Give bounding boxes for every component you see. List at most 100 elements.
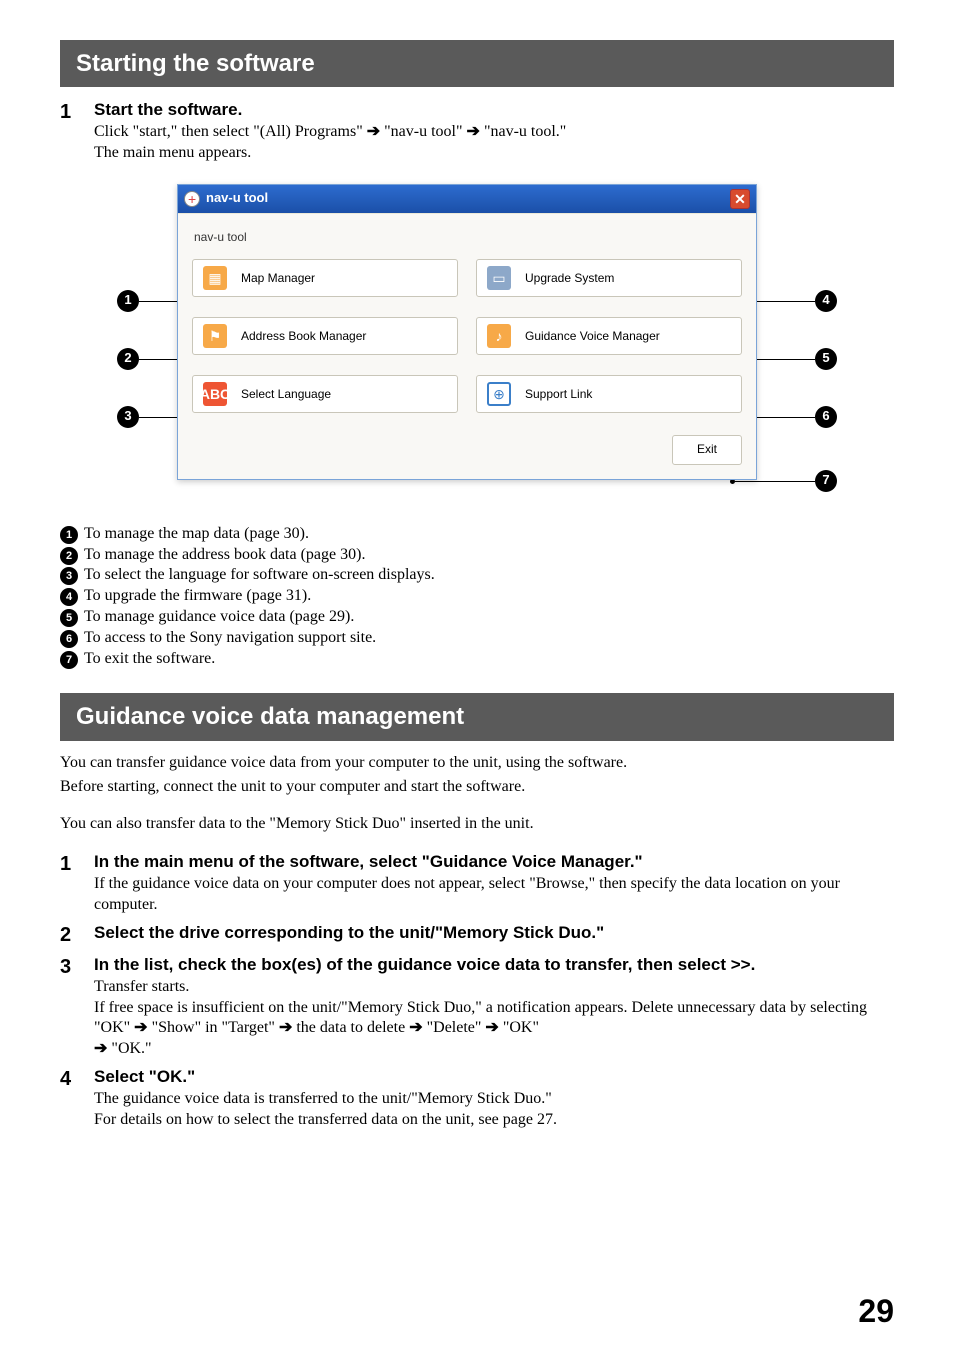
legend-text: To access to the Sony navigation support… xyxy=(84,628,376,649)
step-row-1: 1 Start the software. Click "start," the… xyxy=(60,99,894,164)
nav-u-window: nav-u tool ✕ nav-u tool ▦ Map Manager ▭ … xyxy=(177,184,757,480)
arrow-icon: ➔ xyxy=(94,1040,107,1057)
button-label: Address Book Manager xyxy=(241,329,366,345)
legend-item-6: 6 To access to the Sony navigation suppor… xyxy=(60,628,894,649)
arrow-icon: ➔ xyxy=(367,123,380,140)
callout-3: 3 xyxy=(117,406,139,428)
bullet-6: 6 xyxy=(60,630,78,648)
text-fragment: "nav-u tool" xyxy=(380,123,466,140)
app-icon xyxy=(184,191,200,207)
step-row-4: 4 Select "OK." The guidance voice data i… xyxy=(60,1066,894,1131)
intro-paragraph: You can transfer guidance voice data fro… xyxy=(60,753,894,799)
panel-label: nav-u tool xyxy=(192,230,742,246)
legend-item-3: 3 To select the language for software on-… xyxy=(60,565,894,586)
arrow-icon: ➔ xyxy=(134,1019,147,1036)
callout-2: 2 xyxy=(117,348,139,370)
callout-1: 1 xyxy=(117,290,139,312)
window-titlebar: nav-u tool ✕ xyxy=(178,185,756,213)
callout-line xyxy=(755,301,815,302)
text-fragment: Click "start," then select "(All) Progra… xyxy=(94,123,367,140)
step-text: If free space is insufficient on the uni… xyxy=(94,998,894,1060)
legend-text: To manage the address book data (page 30… xyxy=(84,545,365,566)
upgrade-icon: ▭ xyxy=(487,266,511,290)
bullet-1: 1 xyxy=(60,526,78,544)
map-manager-button[interactable]: ▦ Map Manager xyxy=(192,259,458,297)
callout-legend: 1 To manage the map data (page 30). 2 To m… xyxy=(60,524,894,670)
arrow-icon: ➔ xyxy=(485,1019,498,1036)
button-label: Support Link xyxy=(525,387,592,403)
step-text: If the guidance voice data on your compu… xyxy=(94,874,894,916)
callout-7: 7 xyxy=(815,470,837,492)
step-row-3: 3 In the list, check the box(es) of the … xyxy=(60,954,894,1060)
step-number: 2 xyxy=(60,922,94,948)
step-text: For details on how to select the transfe… xyxy=(94,1110,894,1131)
arrow-icon: ➔ xyxy=(467,123,480,140)
callout-5: 5 xyxy=(815,348,837,370)
exit-button[interactable]: Exit xyxy=(672,435,742,465)
step-number: 4 xyxy=(60,1066,94,1092)
step-text: The main menu appears. xyxy=(94,143,894,164)
upgrade-system-button[interactable]: ▭ Upgrade System xyxy=(476,259,742,297)
bullet-3: 3 xyxy=(60,567,78,585)
step-number: 1 xyxy=(60,99,94,125)
language-icon: ABC xyxy=(203,382,227,406)
button-label: Guidance Voice Manager xyxy=(525,329,660,345)
callout-4: 4 xyxy=(815,290,837,312)
tool-grid: ▦ Map Manager ▭ Upgrade System ⚑ Address… xyxy=(192,259,742,413)
window-title: nav-u tool xyxy=(206,190,268,207)
close-button[interactable]: ✕ xyxy=(730,189,750,209)
page-number: 29 xyxy=(60,1291,894,1333)
map-icon: ▦ xyxy=(203,266,227,290)
text-fragment: "OK" xyxy=(499,1019,539,1036)
callout-6: 6 xyxy=(815,406,837,428)
step-text: Transfer starts. xyxy=(94,977,894,998)
legend-text: To exit the software. xyxy=(84,649,215,670)
step-text: Click "start," then select "(All) Progra… xyxy=(94,122,894,143)
legend-text: To upgrade the firmware (page 31). xyxy=(84,586,311,607)
legend-item-5: 5To manage guidance voice data (page 29)… xyxy=(60,607,894,628)
support-link-button[interactable]: ⊕ Support Link xyxy=(476,375,742,413)
button-label: Upgrade System xyxy=(525,271,614,287)
exit-row: Exit xyxy=(192,435,742,465)
address-book-icon: ⚑ xyxy=(203,324,227,348)
button-label: Select Language xyxy=(241,387,331,403)
legend-text: To manage the map data (page 30). xyxy=(84,524,309,545)
section-heading-starting: Starting the software xyxy=(60,40,894,87)
body-text: You can transfer guidance voice data fro… xyxy=(60,753,894,774)
text-fragment: "Delete" xyxy=(423,1019,486,1036)
select-language-button[interactable]: ABC Select Language xyxy=(192,375,458,413)
bullet-2: 2 xyxy=(60,547,78,565)
step-number: 3 xyxy=(60,954,94,980)
button-label: Map Manager xyxy=(241,271,315,287)
body-text: You can also transfer data to the "Memor… xyxy=(60,814,894,835)
window-body: nav-u tool ▦ Map Manager ▭ Upgrade Syste… xyxy=(178,213,756,479)
body-text: Before starting, connect the unit to you… xyxy=(60,777,894,798)
step-heading: In the main menu of the software, select… xyxy=(94,851,894,873)
step-number: 1 xyxy=(60,851,94,877)
voice-icon: ♪ xyxy=(487,324,511,348)
legend-item-1: 1 To manage the map data (page 30). xyxy=(60,524,894,545)
bullet-4: 4 xyxy=(60,588,78,606)
bullet-5: 5 xyxy=(60,609,78,627)
step-heading: In the list, check the box(es) of the gu… xyxy=(94,954,894,976)
legend-text: To select the language for software on-s… xyxy=(84,565,435,586)
callout-line xyxy=(735,481,815,482)
bullet-7: 7 xyxy=(60,651,78,669)
step-row-2: 2 Select the drive corresponding to the … xyxy=(60,922,894,948)
step-heading: Start the software. xyxy=(94,99,894,121)
address-book-manager-button[interactable]: ⚑ Address Book Manager xyxy=(192,317,458,355)
globe-icon: ⊕ xyxy=(487,382,511,406)
intro-paragraph-2: You can also transfer data to the "Memor… xyxy=(60,814,894,835)
step-text: The guidance voice data is transferred t… xyxy=(94,1089,894,1110)
text-fragment: "OK." xyxy=(107,1040,151,1057)
section-heading-guidance: Guidance voice data management xyxy=(60,693,894,740)
legend-item-4: 4 To upgrade the firmware (page 31). xyxy=(60,586,894,607)
legend-item-7: 7 To exit the software. xyxy=(60,649,894,670)
screenshot-diagram: 1 2 3 4 5 6 7 nav-u tool ✕ nav-u tool ▦ … xyxy=(117,184,837,504)
text-fragment: the data to delete xyxy=(292,1019,409,1036)
step-heading: Select "OK." xyxy=(94,1066,894,1088)
arrow-icon: ➔ xyxy=(409,1019,422,1036)
guidance-voice-manager-button[interactable]: ♪ Guidance Voice Manager xyxy=(476,317,742,355)
text-fragment: "Show" in "Target" xyxy=(148,1019,279,1036)
callout-line xyxy=(755,417,815,418)
